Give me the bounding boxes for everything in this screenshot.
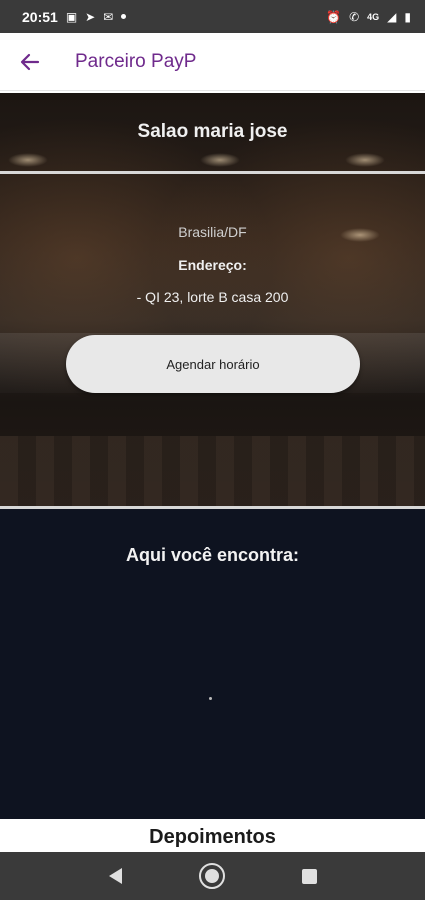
- testimonials-title: Depoimentos: [0, 819, 425, 852]
- app-notification-icon: ✉: [103, 9, 114, 24]
- status-right: ⏰ ✆ 4G ◢ ▮: [326, 11, 411, 23]
- lamp-light: [200, 153, 240, 167]
- status-time: 20:51: [22, 8, 58, 25]
- back-arrow-icon[interactable]: [0, 33, 60, 91]
- address-value: - QI 23, lorte B casa 200: [136, 289, 289, 305]
- more-notifications-icon: [121, 14, 127, 19]
- app-bar: Parceiro PayP: [0, 33, 425, 91]
- network-type: 4G: [367, 11, 380, 22]
- lamp-light: [345, 153, 385, 167]
- page-title: Parceiro PayP: [75, 50, 197, 72]
- battery-icon: ▮: [404, 9, 411, 24]
- nav-recents-icon[interactable]: [301, 868, 317, 884]
- salon-city: Brasilia/DF: [178, 224, 247, 240]
- system-nav-bar: [0, 852, 425, 900]
- status-bar: 20:51 ▣ ➤ ✉ ⏰ ✆ 4G ◢ ▮: [0, 0, 425, 33]
- lamp-light: [8, 153, 48, 167]
- alarm-icon: ⏰: [326, 9, 342, 24]
- nav-home-inner: [204, 869, 219, 883]
- signal-icon: ◢: [387, 9, 397, 24]
- salon-hero: Salao maria jose Brasilia/DF Endereço: -…: [0, 93, 425, 506]
- gallery-notification-icon: ▣: [65, 9, 78, 24]
- services-section: Aqui você encontra:: [0, 509, 425, 819]
- loading-dot: [209, 697, 212, 700]
- volte-call-icon: ✆: [349, 9, 360, 24]
- divider: [0, 171, 425, 174]
- hero-background-floor: [0, 436, 425, 506]
- nav-home-icon[interactable]: [198, 863, 225, 889]
- status-left: 20:51 ▣ ➤ ✉: [22, 8, 127, 25]
- schedule-appointment-button[interactable]: Agendar horário: [66, 335, 360, 393]
- arrow-left-icon: [20, 53, 40, 70]
- salon-name: Salao maria jose: [137, 121, 288, 142]
- telegram-notification-icon: ➤: [85, 9, 96, 24]
- services-title: Aqui você encontra:: [125, 545, 300, 565]
- address-label: Endereço:: [178, 257, 247, 273]
- nav-back-icon[interactable]: [108, 868, 122, 884]
